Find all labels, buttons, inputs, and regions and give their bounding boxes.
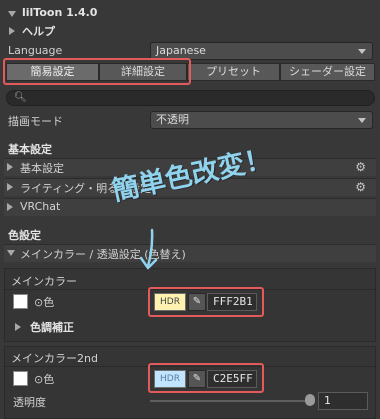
search-icon: 🔍︎: [14, 92, 27, 103]
collapse-icon: [7, 250, 15, 256]
section-vrchat[interactable]: VRChat: [4, 198, 376, 216]
chevron-down-icon: [358, 49, 366, 54]
main-color-2nd-toggle-swatch[interactable]: [13, 371, 28, 386]
annotation-arrow-icon: [139, 228, 158, 270]
main-color-highlight-frame: [148, 287, 264, 317]
color-correction-foldout[interactable]: 色調補正: [30, 319, 74, 335]
expand-icon: [7, 203, 13, 211]
gear-icon[interactable]: ⚙: [355, 160, 366, 174]
help-foldout[interactable]: ヘルプ: [22, 23, 55, 39]
render-mode-dropdown[interactable]: 不透明: [150, 111, 373, 129]
opacity-slider-thumb[interactable]: [305, 394, 315, 406]
app-title: lilToon 1.4.0: [22, 6, 98, 19]
tabs-highlight-frame: [3, 58, 191, 85]
render-mode-value: 不透明: [156, 113, 189, 126]
opacity-slider-track[interactable]: [150, 400, 310, 402]
chevron-down-icon: [358, 118, 366, 123]
search-input[interactable]: 🔍︎: [6, 90, 375, 106]
render-mode-label: 描画モード: [8, 115, 63, 128]
language-value: Japanese: [156, 44, 206, 57]
expand-icon: [7, 163, 13, 171]
language-label: Language: [8, 44, 63, 57]
main-color-toggle-swatch[interactable]: [13, 294, 28, 309]
main-color-title: メインカラー: [11, 275, 77, 288]
opacity-label: 透明度: [13, 396, 46, 409]
section-main-color[interactable]: メインカラー / 透過設定 (色替え): [4, 244, 376, 262]
opacity-value-field[interactable]: 1: [318, 392, 368, 410]
help-expand-icon[interactable]: [9, 27, 15, 35]
section-label: 基本設定: [20, 162, 64, 175]
main-color-2nd-label: ⊙色: [34, 373, 55, 386]
color-heading: 色設定: [8, 229, 41, 242]
correction-expand-icon[interactable]: [15, 323, 21, 331]
expand-icon: [7, 183, 13, 191]
main-color-label: ⊙色: [34, 296, 55, 309]
gear-icon[interactable]: ⚙: [355, 180, 366, 194]
main-color-2nd-title: メインカラー2nd: [11, 352, 98, 365]
basic-heading: 基本設定: [8, 143, 52, 156]
main-color-2nd-highlight-frame: [148, 363, 264, 393]
tab-presets[interactable]: プリセット: [187, 63, 280, 81]
section-label: VRChat: [20, 200, 61, 213]
header-expand-icon[interactable]: [8, 11, 16, 17]
tab-shader-settings[interactable]: シェーダー設定: [280, 63, 375, 81]
